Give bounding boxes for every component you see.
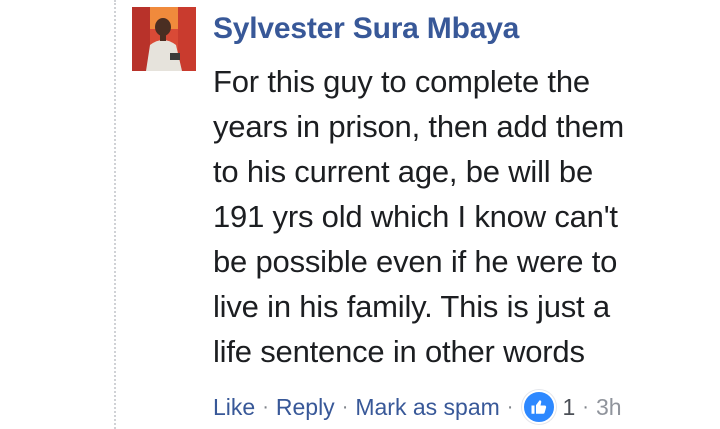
comment-text-line: For this guy to complete the xyxy=(213,64,590,99)
avatar[interactable] xyxy=(132,7,196,71)
separator: · xyxy=(341,395,349,418)
thumbs-up-icon[interactable] xyxy=(522,390,557,424)
like-button[interactable]: Like xyxy=(213,394,255,421)
comment-text-line: 191 yrs old which I know can't xyxy=(213,199,618,234)
separator: · xyxy=(506,395,514,418)
comment-body: For this guy to complete the years in pr… xyxy=(213,59,683,374)
comment-text-line: years in prison, then add them xyxy=(213,109,625,144)
comment-text-line: life sentence in other words xyxy=(213,334,585,369)
comment-author-name[interactable]: Sylvester Sura Mbaya xyxy=(213,10,519,48)
comment-text-line: live in his family. This is just a xyxy=(213,289,610,324)
reply-button[interactable]: Reply xyxy=(276,394,335,421)
comment-text-line: be possible even if he were to xyxy=(213,244,618,279)
separator: · xyxy=(582,395,589,418)
comment-text-line: to his current age, be will be xyxy=(213,154,593,189)
avatar-photo xyxy=(132,7,196,71)
thread-line xyxy=(114,0,116,429)
mark-as-spam-button[interactable]: Mark as spam xyxy=(355,394,499,421)
reaction-count[interactable]: 1 xyxy=(562,394,575,421)
comment-timestamp[interactable]: 3h xyxy=(596,394,622,421)
separator: · xyxy=(262,395,269,418)
thumbs-up-glyph xyxy=(531,400,547,414)
comment-actions: Like · Reply · Mark as spam · 1 · 3h xyxy=(213,389,622,425)
